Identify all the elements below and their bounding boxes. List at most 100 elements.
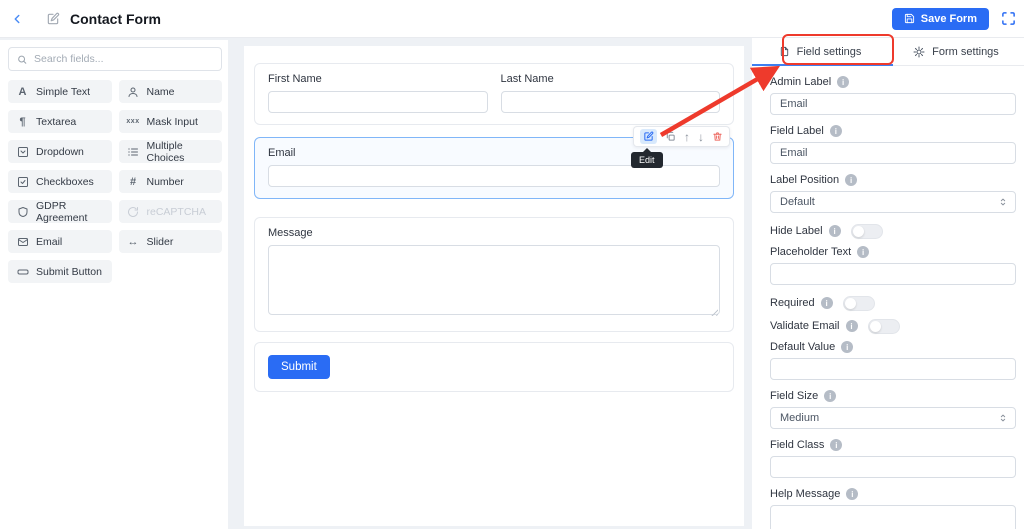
save-form-button[interactable]: Save Form: [891, 7, 989, 30]
field-type-label: Email: [36, 235, 63, 248]
pencil-icon: [644, 131, 654, 141]
field-type-recaptcha: reCAPTCHA: [118, 200, 222, 223]
toggle-knob: [869, 320, 881, 332]
field-type-submit-button[interactable]: Submit Button: [8, 260, 112, 283]
edit-tooltip-label: Edit: [639, 155, 655, 165]
header-actions: Save Form: [891, 7, 1016, 30]
message-label: Message: [268, 227, 313, 239]
hide-label-label: Hide Label: [770, 225, 823, 237]
label-position-value: Default: [780, 196, 815, 208]
field-type-mask-input[interactable]: xxx Mask Input: [118, 110, 222, 133]
field-type-label: Mask Input: [146, 115, 198, 128]
field-type-label: Simple Text: [36, 85, 91, 98]
back-button[interactable]: [10, 12, 24, 26]
field-type-checkboxes[interactable]: Checkboxes: [8, 170, 112, 193]
field-type-label: Dropdown: [36, 145, 84, 158]
settings-tabbar: Field settings Form settings: [752, 38, 1024, 66]
slider-icon: ↔: [127, 235, 139, 248]
tooltip-caret: [643, 148, 651, 152]
required-toggle[interactable]: [842, 295, 875, 311]
pilcrow-icon: ¶: [19, 115, 26, 128]
first-name-input[interactable]: [268, 91, 488, 113]
field-type-label: Submit Button: [36, 265, 102, 278]
field-type-name[interactable]: Name: [118, 80, 222, 103]
edit-field-button[interactable]: [640, 129, 657, 144]
edit-title-icon[interactable]: [46, 12, 60, 26]
email-input[interactable]: [268, 165, 720, 187]
top-header: Contact Form Save Form: [0, 0, 1024, 38]
tab-form-settings[interactable]: Form settings: [888, 38, 1024, 65]
chevron-left-icon: [14, 14, 20, 23]
shield-icon: [16, 206, 29, 218]
default-value-block: Default Value i: [770, 341, 1016, 380]
field-type-textarea[interactable]: ¶ Textarea: [8, 110, 112, 133]
field-label-label: Field Label: [770, 125, 824, 137]
move-field-up-button[interactable]: ↑: [684, 131, 690, 143]
copy-icon: [666, 131, 675, 141]
message-textarea[interactable]: [268, 245, 720, 315]
label-position-select[interactable]: Default: [770, 191, 1016, 213]
field-types-sidebar: A Simple Text Name ¶ Textarea xxx Mask I…: [0, 40, 228, 529]
info-icon[interactable]: i: [845, 174, 858, 186]
mask-input-icon: xxx: [126, 118, 140, 125]
info-icon[interactable]: i: [857, 246, 870, 258]
required-label: Required: [770, 297, 815, 309]
field-class-block: Field Class i: [770, 439, 1016, 478]
field-label-input[interactable]: [770, 142, 1016, 164]
hash-icon: #: [129, 175, 137, 188]
info-icon[interactable]: i: [846, 488, 859, 500]
field-class-input[interactable]: [770, 456, 1016, 478]
move-field-down-button[interactable]: ↓: [698, 131, 704, 143]
admin-label-input[interactable]: [770, 93, 1016, 115]
field-type-dropdown[interactable]: Dropdown: [8, 140, 112, 163]
help-message-label: Help Message: [770, 488, 841, 500]
field-settings-form: Admin Label i Field Label i Label Positi…: [752, 66, 1024, 529]
tab-field-settings[interactable]: Field settings: [752, 38, 888, 65]
admin-label-label: Admin Label: [770, 76, 832, 88]
fullscreen-button[interactable]: [1001, 11, 1016, 26]
save-form-label: Save Form: [920, 12, 977, 25]
info-icon[interactable]: i: [841, 341, 854, 353]
info-icon[interactable]: i: [830, 439, 843, 451]
field-size-label: Field Size: [770, 390, 819, 402]
info-icon[interactable]: i: [837, 76, 850, 88]
field-type-gdpr-agreement[interactable]: GDPR Agreement: [8, 199, 112, 224]
field-type-grid: A Simple Text Name ¶ Textarea xxx Mask I…: [8, 80, 222, 283]
delete-field-button[interactable]: [712, 131, 723, 142]
field-type-slider[interactable]: ↔ Slider: [118, 230, 222, 253]
search-fields-input[interactable]: [34, 53, 213, 65]
info-icon[interactable]: i: [824, 390, 837, 402]
field-type-label: Name: [146, 85, 175, 98]
field-type-multiple-choices[interactable]: Multiple Choices: [118, 140, 222, 164]
email-field-group[interactable]: ↑ ↓ Edit Email: [254, 126, 734, 199]
field-type-label: GDPR Agreement: [36, 199, 88, 224]
hide-label-toggle[interactable]: [850, 223, 883, 239]
field-size-select[interactable]: Medium: [770, 407, 1016, 429]
validate-email-toggle[interactable]: [867, 318, 900, 334]
fullscreen-icon: [1002, 12, 1015, 25]
last-name-input[interactable]: [500, 91, 720, 113]
select-stepper-icon: [998, 197, 1008, 207]
search-fields-box[interactable]: [8, 47, 222, 71]
info-icon[interactable]: i: [845, 320, 858, 332]
select-stepper-icon: [998, 413, 1008, 423]
submit-button[interactable]: Submit: [268, 355, 330, 379]
info-icon[interactable]: i: [829, 125, 842, 137]
name-field-group[interactable]: First Name Last Name: [254, 63, 734, 125]
help-message-textarea[interactable]: [770, 505, 1016, 529]
field-type-simple-text[interactable]: A Simple Text: [8, 80, 112, 103]
field-type-number[interactable]: # Number: [118, 170, 222, 193]
required-row: Required i: [770, 295, 1016, 311]
field-type-label: Checkboxes: [36, 175, 94, 188]
default-value-label: Default Value: [770, 341, 836, 353]
duplicate-field-button[interactable]: [665, 131, 676, 142]
placeholder-text-input[interactable]: [770, 263, 1016, 285]
message-field-group[interactable]: Message: [254, 217, 734, 332]
field-settings-tab-label: Field settings: [796, 45, 862, 58]
default-value-input[interactable]: [770, 358, 1016, 380]
info-icon[interactable]: i: [828, 225, 841, 237]
submit-field-group[interactable]: Submit: [254, 342, 734, 392]
page-title: Contact Form: [70, 10, 161, 27]
field-type-email[interactable]: Email: [8, 230, 112, 253]
info-icon[interactable]: i: [820, 297, 833, 309]
